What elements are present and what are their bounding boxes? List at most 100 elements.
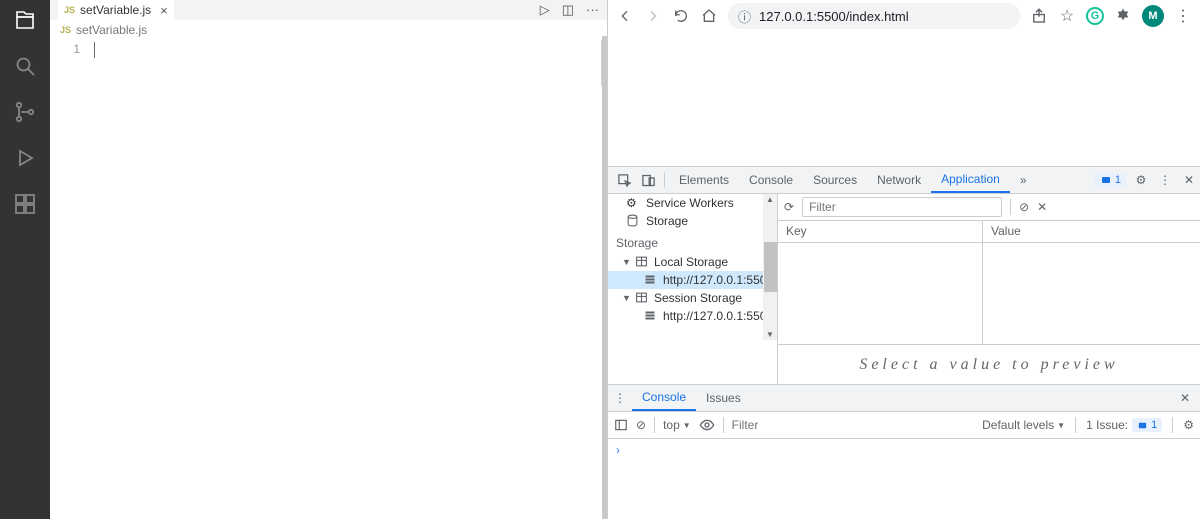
scroll-up-icon[interactable]: ▲ xyxy=(766,194,774,205)
search-icon[interactable] xyxy=(11,52,39,80)
tab-elements[interactable]: Elements xyxy=(669,167,739,193)
drawer-tab-issues[interactable]: Issues xyxy=(696,385,751,411)
console-body[interactable]: › xyxy=(608,439,1200,519)
clear-console-icon[interactable]: ⊘ xyxy=(636,418,646,432)
sidebar-scrollbar[interactable]: ▲ ▼ xyxy=(763,194,777,340)
table-icon xyxy=(635,255,649,269)
vscode-window: JS setVariable.js × ▷ ◫ ··· JS setVariab… xyxy=(0,0,607,519)
column-key[interactable]: Key xyxy=(778,221,983,242)
run-icon[interactable]: ▷ xyxy=(540,2,550,18)
tab-more[interactable]: » xyxy=(1010,167,1037,193)
url-text: 127.0.0.1:5500/index.html xyxy=(759,9,909,24)
kebab-icon[interactable]: ⋮ xyxy=(1156,171,1174,189)
forward-button[interactable] xyxy=(644,7,662,25)
issues-count: 1 xyxy=(1115,174,1121,186)
refresh-icon[interactable]: ⟳ xyxy=(784,200,794,214)
sidebar-item-local-storage[interactable]: ▼ Local Storage xyxy=(608,253,777,271)
storage-toolbar: ⟳ ⊘ ✕ xyxy=(778,194,1200,221)
breadcrumb[interactable]: JS setVariable.js xyxy=(50,20,607,40)
sidebar-item-storage[interactable]: Storage xyxy=(608,212,777,230)
scroll-thumb[interactable] xyxy=(764,242,777,292)
live-expression-icon[interactable] xyxy=(699,417,715,433)
storage-content: ⟳ ⊘ ✕ Key Value Select a value to previe… xyxy=(778,194,1200,384)
value-preview-hint: Select a value to preview xyxy=(778,344,1200,384)
drawer-menu-icon[interactable]: ⋮ xyxy=(608,385,632,411)
code-text-area[interactable] xyxy=(94,40,607,519)
issues-badge[interactable]: 1 xyxy=(1095,173,1126,187)
devtools-tabs: Elements Console Sources Network Applica… xyxy=(608,167,1200,194)
sidebar-label: Service Workers xyxy=(646,196,734,210)
editor-area: JS setVariable.js × ▷ ◫ ··· JS setVariab… xyxy=(50,0,607,519)
tab-sources[interactable]: Sources xyxy=(803,167,867,193)
address-bar[interactable]: ⓘ 127.0.0.1:5500/index.html xyxy=(728,3,1020,29)
share-icon[interactable] xyxy=(1030,7,1048,25)
application-panel: ⚙ Service Workers Storage Storage ▼ Loca… xyxy=(608,194,1200,384)
code-editor[interactable]: 1 xyxy=(50,40,607,519)
activity-bar xyxy=(0,0,50,519)
storage-table-body[interactable] xyxy=(778,243,1200,344)
tab-console[interactable]: Console xyxy=(739,167,803,193)
scroll-down-icon[interactable]: ▼ xyxy=(766,329,774,340)
chrome-menu-icon[interactable]: ⋮ xyxy=(1174,7,1192,25)
js-badge-icon: JS xyxy=(60,25,71,35)
log-levels-selector[interactable]: Default levels▼ xyxy=(982,418,1065,432)
storage-table-header: Key Value xyxy=(778,221,1200,243)
site-info-icon[interactable]: ⓘ xyxy=(738,7,751,26)
sidebar-label: Local Storage xyxy=(654,255,728,269)
more-icon[interactable]: ··· xyxy=(586,2,599,18)
sidebar-item-session-storage[interactable]: ▼ Session Storage xyxy=(608,289,777,307)
back-button[interactable] xyxy=(616,7,634,25)
tab-application[interactable]: Application xyxy=(931,167,1010,193)
tab-network[interactable]: Network xyxy=(867,167,931,193)
context-selector[interactable]: top▼ xyxy=(663,418,691,432)
profile-avatar[interactable]: M xyxy=(1142,5,1164,27)
source-control-icon[interactable] xyxy=(11,98,39,126)
delete-selected-icon[interactable]: ✕ xyxy=(1037,200,1047,214)
origin-icon xyxy=(644,273,658,287)
sidebar-item-service-workers[interactable]: ⚙ Service Workers xyxy=(608,194,777,212)
extensions-menu-icon[interactable] xyxy=(1114,7,1132,25)
sidebar-item-local-storage-origin[interactable]: http://127.0.0.1:5500 xyxy=(608,271,777,289)
close-devtools-icon[interactable]: ✕ xyxy=(1180,171,1198,189)
clear-all-icon[interactable]: ⊘ xyxy=(1019,200,1029,214)
gear-icon[interactable]: ⚙ xyxy=(1132,171,1150,189)
close-drawer-icon[interactable]: ✕ xyxy=(1176,389,1194,407)
editor-actions: ▷ ◫ ··· xyxy=(540,2,599,18)
devtools-drawer: ⋮ Console Issues ✕ ⊘ top▼ Default levels… xyxy=(608,384,1200,519)
explorer-icon[interactable] xyxy=(11,6,39,34)
editor-tab[interactable]: JS setVariable.js × xyxy=(58,0,174,20)
drawer-tab-console[interactable]: Console xyxy=(632,385,696,411)
split-editor-icon[interactable]: ◫ xyxy=(562,2,574,18)
drawer-tabs: ⋮ Console Issues ✕ xyxy=(608,385,1200,412)
console-filter-input[interactable] xyxy=(732,416,952,434)
table-icon xyxy=(635,291,649,305)
sidebar-item-session-storage-origin[interactable]: http://127.0.0.1:5500 xyxy=(608,307,777,325)
text-cursor xyxy=(94,42,95,58)
column-value[interactable]: Value xyxy=(983,221,1200,242)
home-button[interactable] xyxy=(700,7,718,25)
run-debug-icon[interactable] xyxy=(11,144,39,172)
inspect-element-icon[interactable] xyxy=(612,167,636,193)
chevron-down-icon: ▼ xyxy=(622,293,630,303)
extensions-icon[interactable] xyxy=(11,190,39,218)
editor-scrollbar[interactable] xyxy=(602,36,607,519)
filter-input[interactable] xyxy=(802,197,1002,217)
line-number: 1 xyxy=(50,42,80,56)
browser-toolbar: ⓘ 127.0.0.1:5500/index.html ☆ G M ⋮ xyxy=(608,0,1200,32)
js-badge-icon: JS xyxy=(64,5,75,15)
bookmark-icon[interactable]: ☆ xyxy=(1058,7,1076,25)
device-toolbar-icon[interactable] xyxy=(636,167,660,193)
origin-icon xyxy=(644,309,658,323)
database-icon xyxy=(626,214,640,228)
issues-link[interactable]: 1 Issue: 1 xyxy=(1086,418,1162,432)
console-toolbar: ⊘ top▼ Default levels▼ 1 Issue: 1 ⚙ xyxy=(608,412,1200,439)
console-prompt-icon: › xyxy=(616,443,620,457)
close-icon[interactable]: × xyxy=(160,3,168,18)
extension-grammarly-icon[interactable]: G xyxy=(1086,7,1104,25)
chevron-down-icon: ▼ xyxy=(622,257,630,267)
sidebar-section-storage: Storage xyxy=(608,230,777,253)
console-settings-icon[interactable]: ⚙ xyxy=(1183,418,1194,432)
reload-button[interactable] xyxy=(672,7,690,25)
page-viewport[interactable] xyxy=(608,32,1200,166)
sidebar-toggle-icon[interactable] xyxy=(614,418,628,432)
